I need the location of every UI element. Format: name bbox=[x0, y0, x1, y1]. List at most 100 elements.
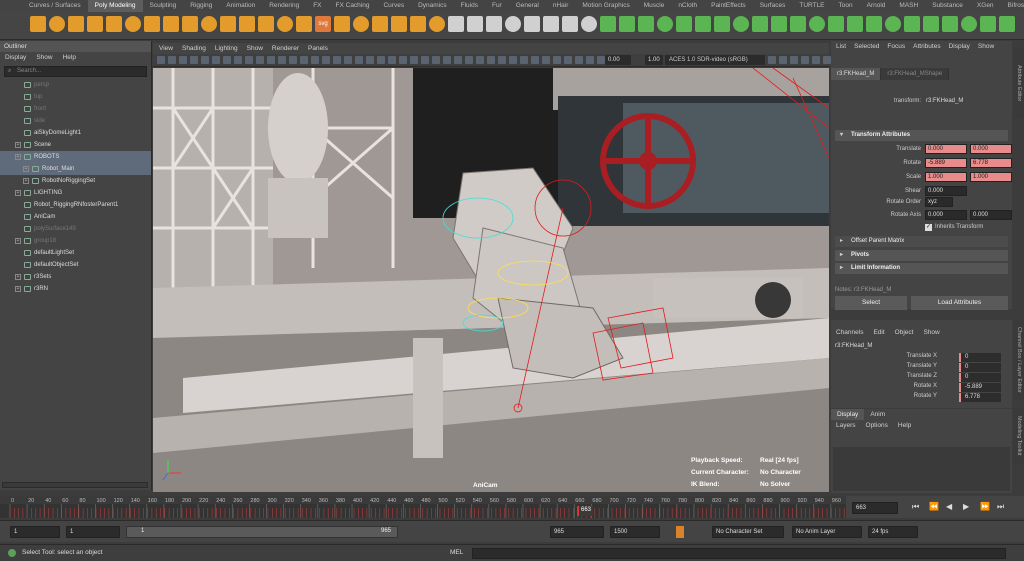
tab-display-layers[interactable]: Display bbox=[831, 409, 865, 420]
svg-tool-icon[interactable]: svg bbox=[315, 16, 331, 32]
shelf-tool-icon[interactable] bbox=[239, 16, 255, 32]
scene-start-field[interactable]: 1 bbox=[10, 526, 60, 538]
channel-box-side-tab[interactable]: Channel Box / Layer Editor bbox=[1013, 320, 1024, 400]
shelf-tool-icon[interactable] bbox=[619, 16, 635, 32]
shelf-tab-motion-graphics[interactable]: Motion Graphics bbox=[575, 0, 636, 12]
outliner-item[interactable]: + Scene bbox=[0, 139, 151, 151]
viewport-tool-icon[interactable] bbox=[520, 56, 528, 64]
viewport-menu-shading[interactable]: Shading bbox=[182, 43, 206, 54]
tab-fkhead[interactable]: r3:FKHead_M bbox=[831, 68, 882, 80]
anim-layer-dropdown[interactable]: No Anim Layer bbox=[792, 526, 862, 538]
modeling-toolkit-side-tab[interactable]: Modeling Toolkit bbox=[1013, 408, 1024, 464]
channel-value[interactable]: 6.778 bbox=[959, 393, 1001, 402]
section-limit-information[interactable]: Limit Information bbox=[835, 263, 1008, 274]
viewport-menu-renderer[interactable]: Renderer bbox=[272, 43, 299, 54]
rotate-order-dropdown[interactable]: xyz bbox=[925, 197, 953, 207]
shelf-tool-icon[interactable] bbox=[676, 16, 692, 32]
section-pivots[interactable]: Pivots bbox=[835, 250, 1008, 261]
ae-menu-focus[interactable]: Focus bbox=[887, 41, 905, 53]
viewport-tool-icon[interactable] bbox=[443, 56, 451, 64]
shelf-tool-icon[interactable] bbox=[942, 16, 958, 32]
outliner-menu-display[interactable]: Display bbox=[5, 52, 26, 64]
playback-start-field[interactable]: 1 bbox=[66, 526, 120, 538]
shelf-tab-sculpting[interactable]: Sculpting bbox=[143, 0, 184, 12]
shelf-tool-icon[interactable] bbox=[87, 16, 103, 32]
shelf-tool-icon[interactable] bbox=[49, 16, 65, 32]
shelf-tool-icon[interactable] bbox=[372, 16, 388, 32]
viewport-tool-icon[interactable] bbox=[179, 56, 187, 64]
viewport-tool-icon[interactable] bbox=[223, 56, 231, 64]
field-input[interactable]: 0.000 bbox=[925, 144, 967, 154]
viewport-menu-show[interactable]: Show bbox=[247, 43, 263, 54]
viewport-tool-icon[interactable] bbox=[157, 56, 165, 64]
channel-row[interactable]: Translate X 0 bbox=[831, 353, 1012, 363]
viewport-tool-icon[interactable] bbox=[432, 56, 440, 64]
shelf-tab-mash[interactable]: MASH bbox=[892, 0, 925, 12]
shelf-tool-icon[interactable] bbox=[106, 16, 122, 32]
shelf-tab-general[interactable]: General bbox=[509, 0, 546, 12]
shelf-tool-icon[interactable] bbox=[258, 16, 274, 32]
shelf-tab-arnold[interactable]: Arnold bbox=[860, 0, 893, 12]
layers-menu-help[interactable]: Help bbox=[898, 420, 911, 432]
field-input[interactable]: 1.000 bbox=[970, 172, 1012, 182]
field-input[interactable]: 6.778 bbox=[970, 158, 1012, 168]
layers-menu-options[interactable]: Options bbox=[866, 420, 888, 432]
outliner-item[interactable]: aiSkyDomeLight1 bbox=[0, 127, 151, 139]
auto-key-icon[interactable] bbox=[676, 526, 684, 538]
shelf-tool-icon[interactable] bbox=[961, 16, 977, 32]
expand-icon[interactable]: + bbox=[23, 178, 29, 184]
shelf-tool-icon[interactable] bbox=[543, 16, 559, 32]
viewport-tool-icon[interactable] bbox=[190, 56, 198, 64]
shelf-tab-muscle[interactable]: Muscle bbox=[637, 0, 672, 12]
shelf-tool-icon[interactable] bbox=[980, 16, 996, 32]
shelf-tool-icon[interactable] bbox=[581, 16, 597, 32]
shelf-tool-icon[interactable] bbox=[695, 16, 711, 32]
outliner-item[interactable]: side bbox=[0, 115, 151, 127]
expand-icon[interactable]: + bbox=[15, 190, 21, 196]
playback-button-icon[interactable]: ⏮ bbox=[912, 502, 919, 512]
section-transform-attributes[interactable]: Transform Attributes bbox=[835, 130, 1008, 141]
viewport-tool-icon[interactable] bbox=[779, 56, 787, 64]
viewport-tool-icon[interactable] bbox=[575, 56, 583, 64]
section-offset-parent-matrix[interactable]: Offset Parent Matrix bbox=[835, 236, 1008, 247]
viewport-tool-icon[interactable] bbox=[465, 56, 473, 64]
viewport-menu-panels[interactable]: Panels bbox=[308, 43, 328, 54]
shelf-tab-dynamics[interactable]: Dynamics bbox=[411, 0, 454, 12]
viewport-tool-icon[interactable] bbox=[256, 56, 264, 64]
viewport-tool-icon[interactable] bbox=[597, 56, 605, 64]
shelf-tool-icon[interactable] bbox=[277, 16, 293, 32]
shelf-tool-icon[interactable] bbox=[429, 16, 445, 32]
shelf-tool-icon[interactable] bbox=[296, 16, 312, 32]
shelf-tool-icon[interactable] bbox=[733, 16, 749, 32]
playback-button-icon[interactable]: ▶ bbox=[963, 502, 969, 511]
current-frame-field[interactable]: 663 bbox=[852, 502, 898, 514]
viewport-tool-icon[interactable] bbox=[366, 56, 374, 64]
shelf-tab-poly-modeling[interactable]: Poly Modeling bbox=[87, 0, 143, 12]
shelf-tool-icon[interactable] bbox=[486, 16, 502, 32]
outliner-search-input[interactable]: ⌕ Search... bbox=[4, 66, 147, 77]
field-input[interactable]: 0.000 bbox=[925, 186, 967, 196]
channel-row[interactable]: Translate Z 0 bbox=[831, 373, 1012, 383]
shelf-tool-icon[interactable] bbox=[334, 16, 350, 32]
expand-icon[interactable]: + bbox=[15, 238, 21, 244]
command-line-input[interactable] bbox=[472, 548, 1006, 559]
scene-end-field[interactable]: 1500 bbox=[610, 526, 660, 538]
field-input[interactable]: -5.889 bbox=[925, 158, 967, 168]
outliner-item[interactable]: + LIGHTING bbox=[0, 187, 151, 199]
shelf-tool-icon[interactable] bbox=[182, 16, 198, 32]
playback-button-icon[interactable]: ⏭ bbox=[997, 502, 1004, 512]
shelf-tool-icon[interactable] bbox=[638, 16, 654, 32]
viewport-tool-icon[interactable] bbox=[377, 56, 385, 64]
time-slider[interactable]: 0 20 40 60 80 100 120 140 160 180 200 220 240 260 280 3… bbox=[0, 496, 846, 518]
outliner-item[interactable]: top bbox=[0, 91, 151, 103]
channel-box-object-name[interactable]: r3:FKHead_M bbox=[835, 343, 872, 349]
colorspace-dropdown[interactable]: ACES 1.0 SDR-video (sRGB) bbox=[665, 55, 765, 65]
transform-node-name[interactable]: r3:FKHead_M bbox=[926, 98, 963, 104]
viewport-tool-icon[interactable] bbox=[553, 56, 561, 64]
channel-value[interactable]: 0 bbox=[959, 373, 1001, 382]
outliner-item[interactable]: defaultLightSet bbox=[0, 247, 151, 259]
fps-dropdown[interactable]: 24 fps bbox=[868, 526, 918, 538]
viewport-tool-icon[interactable] bbox=[311, 56, 319, 64]
viewport-tool-icon[interactable] bbox=[487, 56, 495, 64]
shelf-tab-fur[interactable]: Fur bbox=[485, 0, 509, 12]
